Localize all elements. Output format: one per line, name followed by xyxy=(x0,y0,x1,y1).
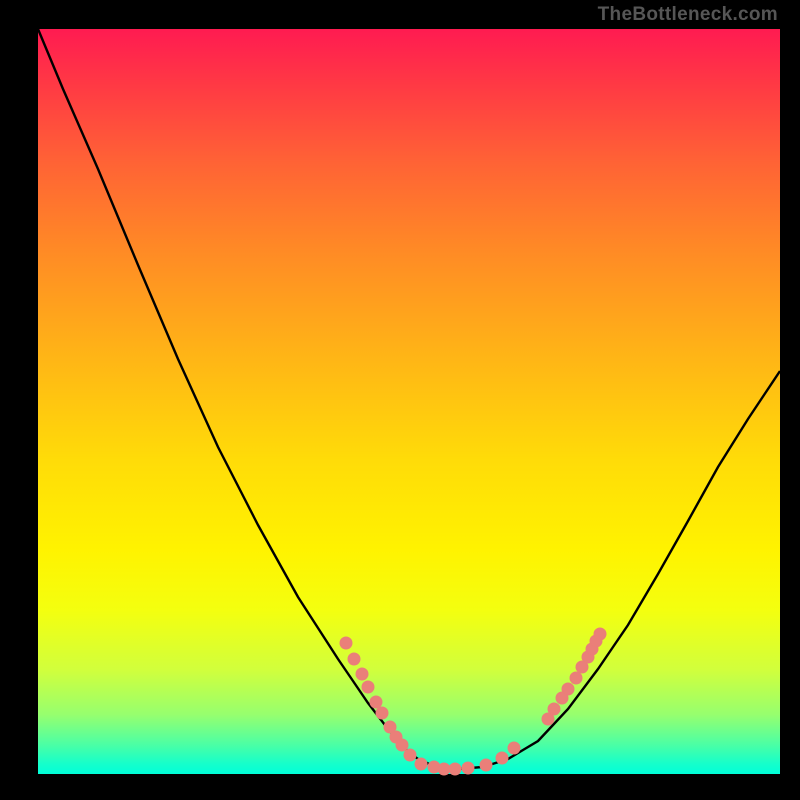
curve-line xyxy=(38,29,780,769)
curve-marker xyxy=(362,681,374,693)
curve-marker xyxy=(340,637,352,649)
curve-marker xyxy=(548,703,560,715)
curve-marker xyxy=(562,683,574,695)
curve-marker xyxy=(415,758,427,770)
curve-marker xyxy=(480,759,492,771)
curve-marker xyxy=(462,762,474,774)
curve-marker xyxy=(348,653,360,665)
chart-svg xyxy=(38,29,780,774)
curve-marker xyxy=(404,749,416,761)
curve-marker xyxy=(376,707,388,719)
curve-marker xyxy=(496,752,508,764)
curve-marker xyxy=(570,672,582,684)
curve-marker xyxy=(508,742,520,754)
curve-marker xyxy=(449,763,461,775)
source-attribution: TheBottleneck.com xyxy=(598,4,778,26)
curve-marker xyxy=(356,668,368,680)
curve-marker xyxy=(594,628,606,640)
curve-marker xyxy=(370,696,382,708)
curve-markers xyxy=(340,628,606,775)
curve-marker xyxy=(438,763,450,775)
curve-marker xyxy=(396,739,408,751)
